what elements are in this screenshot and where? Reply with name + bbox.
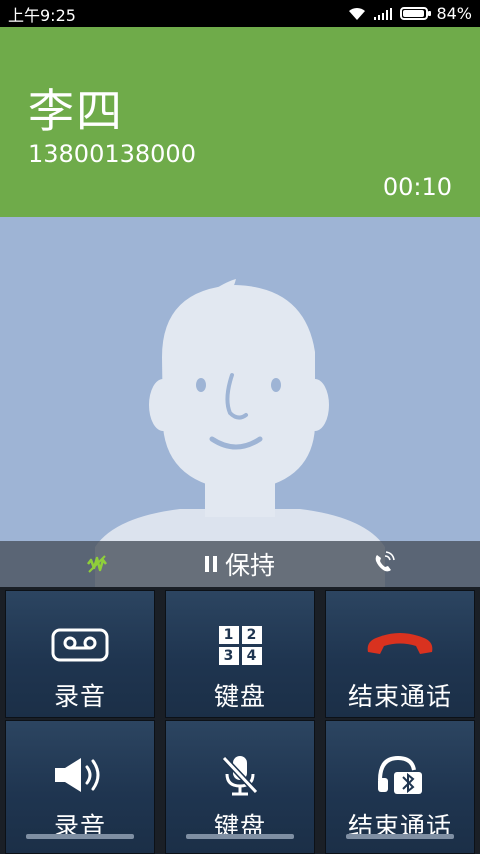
speaker-state-bar xyxy=(26,834,134,839)
end-call-label: 结束通话 xyxy=(347,682,452,711)
caller-header: 李四 13800138000 00:10 xyxy=(0,27,480,217)
keypad-key-1: 1 xyxy=(218,625,239,644)
keypad-key-2: 2 xyxy=(241,625,262,644)
bluetooth-button[interactable]: 结束通话 xyxy=(325,720,475,854)
bluetooth-headset-icon xyxy=(376,751,424,799)
caller-name: 李四 xyxy=(28,84,124,138)
mute-state-bar xyxy=(186,834,294,839)
status-icons: 84% xyxy=(348,4,472,23)
status-bar: 上午9:25 84% xyxy=(0,0,480,27)
speakerphone-call-icon[interactable] xyxy=(372,551,396,575)
record-button[interactable]: 录音 xyxy=(5,590,155,718)
keypad-key-3: 3 xyxy=(218,646,239,665)
battery-fill xyxy=(403,10,424,17)
battery-icon xyxy=(400,7,432,20)
wifi-icon xyxy=(349,7,366,20)
call-timer: 00:10 xyxy=(382,173,452,201)
status-time: 上午9:25 xyxy=(8,5,76,25)
dialpad-icon: 1 2 3 4 xyxy=(218,621,262,669)
hold-button[interactable]: 保持 xyxy=(204,546,275,582)
speaker-icon xyxy=(53,751,107,799)
speaker-button[interactable]: 录音 xyxy=(5,720,155,854)
mute-button[interactable]: 键盘 xyxy=(165,720,315,854)
default-contact-avatar-icon xyxy=(95,279,385,587)
pause-icon xyxy=(204,556,217,572)
keypad-label: 键盘 xyxy=(213,682,266,711)
keypad-key-4: 4 xyxy=(241,646,262,665)
hold-bar: 保持 xyxy=(0,541,480,587)
caller-number: 13800138000 xyxy=(28,140,196,168)
keypad-button[interactable]: 1 2 3 4 键盘 xyxy=(165,590,315,718)
signal-icon xyxy=(374,7,393,20)
record-label: 录音 xyxy=(53,682,106,711)
record-tape-icon xyxy=(51,621,109,669)
hang-up-icon xyxy=(364,621,436,669)
contact-avatar-area xyxy=(0,217,480,587)
end-call-button[interactable]: 结束通话 xyxy=(325,590,475,718)
hold-label: 保持 xyxy=(224,551,275,580)
bluetooth-state-bar xyxy=(346,834,454,839)
battery-percent: 84% xyxy=(436,4,472,23)
call-controls: 录音 1 2 3 4 键盘 结束通话 录音 键盘 结束通话 xyxy=(0,587,480,854)
noise-reduction-icon[interactable] xyxy=(86,553,108,575)
mic-mute-icon xyxy=(220,751,260,799)
